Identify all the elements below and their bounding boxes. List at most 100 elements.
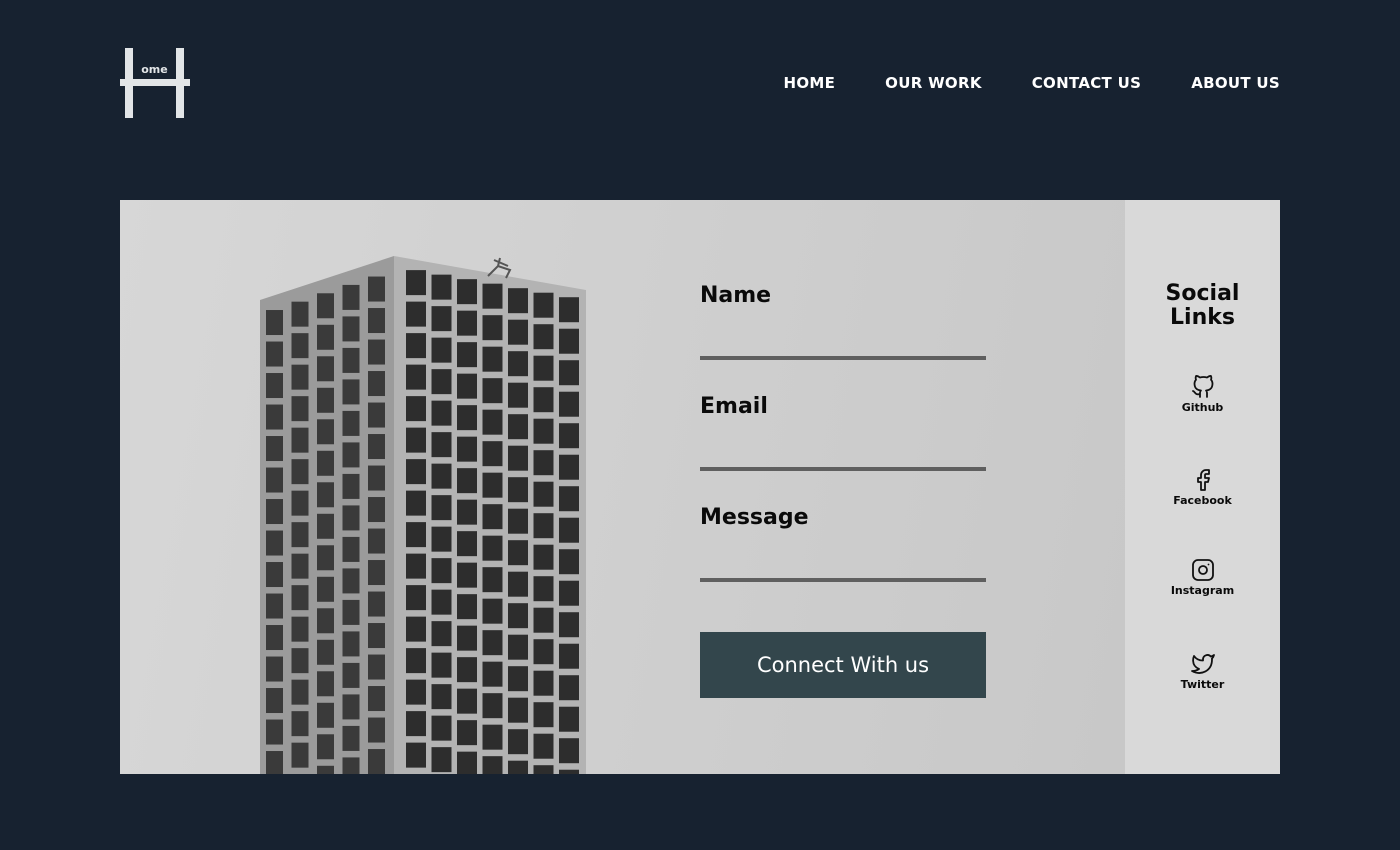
window <box>291 301 309 327</box>
window <box>457 436 477 462</box>
window <box>317 293 334 319</box>
window <box>406 270 426 296</box>
window <box>368 654 385 680</box>
nav-contact-us[interactable]: CONTACT US <box>1032 73 1141 93</box>
window <box>342 505 360 531</box>
window <box>266 373 283 399</box>
github-label: Github <box>1181 401 1224 414</box>
window <box>457 562 477 588</box>
main-nav: HOME OUR WORK CONTACT US ABOUT US <box>783 73 1280 93</box>
window <box>457 657 477 683</box>
window <box>291 616 309 642</box>
window <box>457 531 477 557</box>
window <box>291 711 309 737</box>
window <box>559 675 579 701</box>
logo-crossbar <box>125 79 184 86</box>
window <box>533 576 554 602</box>
window <box>406 553 426 579</box>
window <box>508 382 528 408</box>
window <box>508 414 528 440</box>
window <box>266 436 283 462</box>
window <box>317 324 334 350</box>
window <box>406 333 426 359</box>
window <box>482 504 503 530</box>
window <box>457 625 477 651</box>
facebook-icon <box>1196 469 1210 491</box>
window <box>317 387 334 413</box>
window <box>342 725 360 751</box>
window <box>457 310 477 336</box>
nav-about-us[interactable]: ABOUT US <box>1191 73 1280 93</box>
window <box>266 341 283 367</box>
window <box>368 371 385 397</box>
facebook-link[interactable]: Facebook <box>1125 468 1280 508</box>
window <box>291 459 309 485</box>
window <box>406 522 426 548</box>
home-logo[interactable]: ome <box>120 48 190 118</box>
window <box>559 769 579 774</box>
window <box>406 742 426 768</box>
window <box>431 274 452 300</box>
window <box>508 477 528 503</box>
message-input[interactable] <box>700 548 986 582</box>
window <box>559 328 579 354</box>
logo-notch <box>184 79 190 86</box>
twitter-link[interactable]: Twitter <box>1125 652 1280 692</box>
twitter-icon <box>1190 654 1215 674</box>
connect-button[interactable]: Connect With us <box>700 632 986 698</box>
window <box>342 410 360 436</box>
window <box>342 379 360 405</box>
name-field-group: Name <box>700 282 986 360</box>
window <box>431 337 452 363</box>
window <box>482 630 503 656</box>
window <box>559 580 579 606</box>
window <box>533 450 554 476</box>
window <box>266 404 283 430</box>
window <box>508 445 528 471</box>
window <box>482 756 503 774</box>
window <box>533 733 554 759</box>
window <box>533 481 554 507</box>
nav-our-work[interactable]: OUR WORK <box>885 73 982 93</box>
window <box>431 684 452 710</box>
window <box>508 571 528 597</box>
window <box>368 402 385 428</box>
window <box>482 724 503 750</box>
window <box>508 634 528 660</box>
window <box>317 765 334 774</box>
social-title-line2: Links <box>1170 305 1235 330</box>
window <box>508 603 528 629</box>
window <box>342 662 360 688</box>
window <box>482 693 503 719</box>
window <box>342 599 360 625</box>
window <box>368 749 385 774</box>
window <box>559 643 579 669</box>
instagram-link[interactable]: Instagram <box>1125 558 1280 598</box>
window <box>317 482 334 508</box>
window <box>431 652 452 678</box>
window <box>559 454 579 480</box>
instagram-icon <box>1191 559 1214 581</box>
window <box>431 306 452 332</box>
window <box>266 656 283 682</box>
email-input[interactable] <box>700 437 986 471</box>
window <box>368 339 385 365</box>
window <box>559 706 579 732</box>
window <box>559 486 579 512</box>
window <box>266 467 283 493</box>
window <box>482 441 503 467</box>
window <box>342 316 360 342</box>
github-link[interactable]: Github <box>1125 375 1280 415</box>
twitter-label: Twitter <box>1180 678 1225 691</box>
window <box>291 553 309 579</box>
nav-home[interactable]: HOME <box>783 73 835 93</box>
name-input[interactable] <box>700 326 986 360</box>
window <box>406 585 426 611</box>
window <box>482 472 503 498</box>
window <box>406 396 426 422</box>
window <box>406 490 426 516</box>
window <box>317 450 334 476</box>
window <box>457 342 477 368</box>
window <box>457 373 477 399</box>
window <box>342 442 360 468</box>
